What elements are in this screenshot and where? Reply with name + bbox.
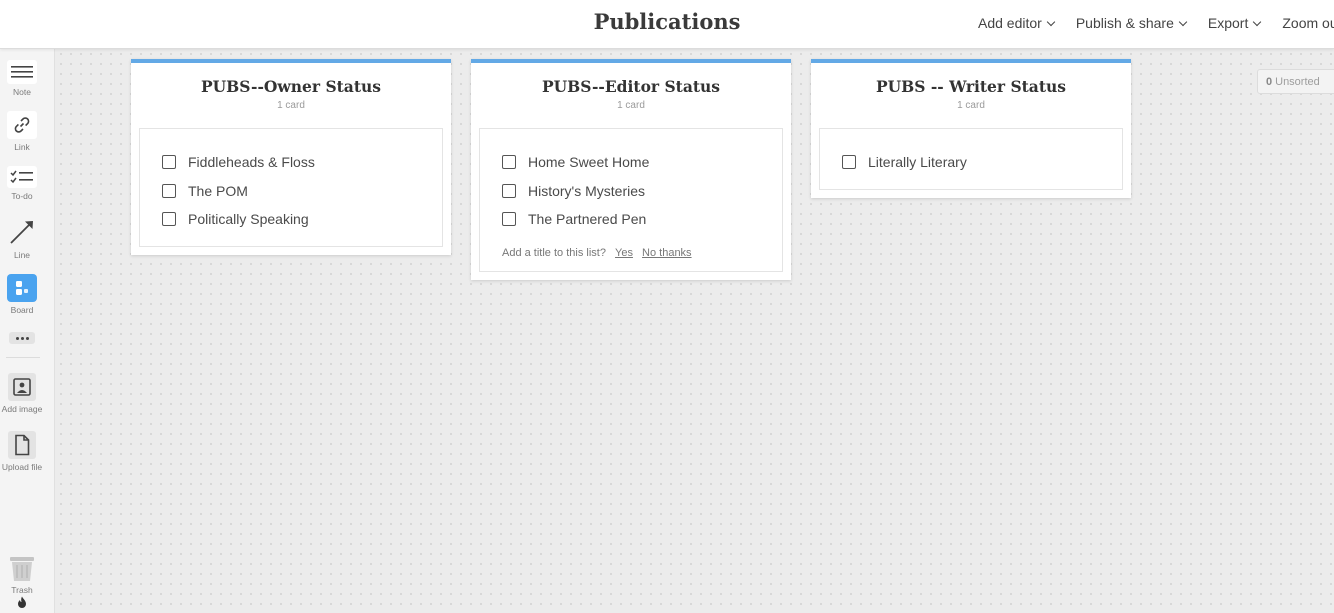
- todo-item[interactable]: Home Sweet Home: [502, 148, 782, 177]
- todo-card[interactable]: Fiddleheads & Floss The POM Politically …: [139, 128, 443, 247]
- chevron-down-icon: [1046, 17, 1056, 26]
- sidebar-divider: [6, 357, 40, 358]
- more-tools-button[interactable]: [9, 332, 35, 344]
- todo-card[interactable]: Home Sweet Home History's Mysteries The …: [479, 128, 783, 272]
- dot-icon: [15, 336, 19, 340]
- column-card-count: 1 card: [617, 100, 645, 111]
- flame-icon: [18, 596, 26, 608]
- unsorted-count: 0: [1266, 75, 1273, 88]
- todo-text[interactable]: Home Sweet Home: [528, 154, 649, 170]
- todo-text[interactable]: Politically Speaking: [188, 211, 309, 227]
- zoom-out-button[interactable]: Zoom out: [1282, 15, 1334, 31]
- dot-icon: [25, 336, 29, 340]
- todo-item[interactable]: Literally Literary: [842, 148, 1122, 177]
- todo-card[interactable]: Literally Literary: [819, 128, 1123, 190]
- todo-item[interactable]: The POM: [162, 177, 442, 206]
- image-icon: [8, 373, 36, 401]
- line-arrow-icon: [7, 217, 37, 247]
- todo-checkbox[interactable]: [502, 212, 516, 227]
- add-image-label: Add image: [1, 404, 43, 414]
- todo-item[interactable]: Fiddleheads & Floss: [162, 148, 442, 177]
- chevron-down-icon: [1178, 17, 1188, 26]
- line-tool[interactable]: Line: [0, 217, 44, 260]
- prompt-no-thanks-link[interactable]: No thanks: [642, 247, 692, 259]
- todo-text[interactable]: The POM: [188, 183, 248, 199]
- add-editor-menu[interactable]: Add editor: [978, 15, 1056, 31]
- link-tool-label: Link: [14, 142, 30, 152]
- todo-item[interactable]: The Partnered Pen: [502, 205, 782, 234]
- column-title[interactable]: PUBS -- Writer Status: [811, 77, 1131, 96]
- todo-item[interactable]: History's Mysteries: [502, 177, 782, 206]
- note-tool[interactable]: Note: [0, 60, 44, 97]
- todo-tool[interactable]: To-do: [0, 166, 44, 201]
- column-title[interactable]: PUBS--Editor Status: [471, 77, 791, 96]
- upload-file-label: Upload file: [1, 462, 43, 472]
- dot-icon: [20, 336, 24, 340]
- todo-checkbox[interactable]: [162, 155, 176, 170]
- todo-checkbox[interactable]: [502, 183, 516, 198]
- add-editor-label: Add editor: [978, 15, 1042, 31]
- list-title-prompt: Add a title to this list? Yes No thanks: [502, 247, 782, 259]
- board-column-editor-status[interactable]: PUBS--Editor Status 1 card Home Sweet Ho…: [471, 59, 791, 280]
- board-column-writer-status[interactable]: PUBS -- Writer Status 1 card Literally L…: [811, 59, 1131, 198]
- todo-text[interactable]: Fiddleheads & Floss: [188, 154, 315, 170]
- file-icon: [8, 431, 36, 459]
- todo-text[interactable]: The Partnered Pen: [528, 211, 646, 227]
- unsorted-button[interactable]: 0 Unsorted: [1257, 69, 1334, 94]
- column-card-count: 1 card: [957, 100, 985, 111]
- todo-checkbox[interactable]: [842, 155, 856, 170]
- link-icon: [7, 111, 37, 139]
- publish-share-menu[interactable]: Publish & share: [1075, 15, 1188, 31]
- note-tool-label: Note: [13, 87, 31, 97]
- chevron-down-icon: [1253, 17, 1262, 26]
- export-label: Export: [1207, 15, 1249, 31]
- trash-button[interactable]: Trash: [6, 556, 38, 608]
- todo-checkbox[interactable]: [502, 155, 516, 170]
- column-title[interactable]: PUBS--Owner Status: [131, 77, 451, 96]
- board-tool-label: Board: [10, 305, 34, 315]
- note-icon: [7, 60, 37, 84]
- todo-checkbox[interactable]: [162, 212, 176, 227]
- top-menu: Add editor Publish & share Export Zoom o…: [978, 15, 1334, 31]
- export-menu[interactable]: Export: [1207, 15, 1262, 31]
- upload-file-tool[interactable]: Upload file: [0, 431, 44, 472]
- line-tool-label: Line: [13, 250, 31, 260]
- column-card-count: 1 card: [277, 100, 305, 111]
- link-tool[interactable]: Link: [0, 111, 44, 152]
- tool-sidebar: Note Link To-do Line Board Add image Upl…: [0, 49, 55, 613]
- top-bar: Publications Add editor Publish & share …: [0, 0, 1334, 49]
- todo-tool-label: To-do: [11, 191, 33, 201]
- board-tool[interactable]: Board: [0, 274, 44, 315]
- publish-share-label: Publish & share: [1075, 15, 1174, 31]
- board-column-owner-status[interactable]: PUBS--Owner Status 1 card Fiddleheads & …: [131, 59, 451, 255]
- todo-text[interactable]: Literally Literary: [868, 154, 967, 170]
- trash-icon: [10, 557, 34, 581]
- todo-text[interactable]: History's Mysteries: [528, 183, 645, 199]
- zoom-out-label: Zoom out: [1282, 15, 1334, 31]
- todo-icon: [7, 166, 37, 188]
- todo-item[interactable]: Politically Speaking: [162, 205, 442, 234]
- trash-label: Trash: [11, 585, 33, 595]
- add-image-tool[interactable]: Add image: [0, 373, 44, 414]
- prompt-text: Add a title to this list?: [502, 246, 606, 259]
- prompt-yes-link[interactable]: Yes: [615, 247, 633, 259]
- unsorted-label: Unsorted: [1275, 75, 1320, 88]
- board-icon: [7, 274, 37, 302]
- todo-checkbox[interactable]: [162, 183, 176, 198]
